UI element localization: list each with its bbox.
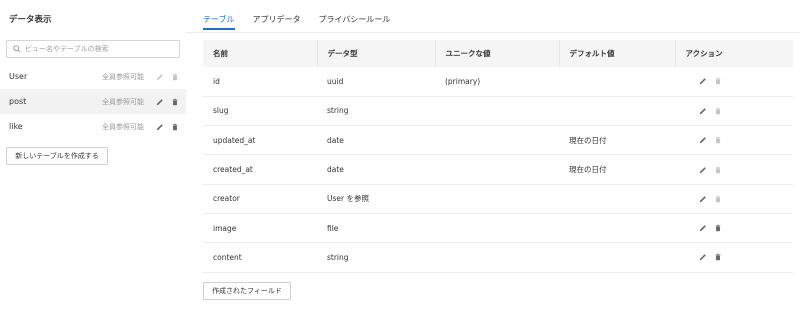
model-visibility-note: 全員参照可能 xyxy=(102,97,144,106)
field-actions-cell xyxy=(675,242,793,273)
model-name: post xyxy=(9,97,27,106)
model-list: User 全員参照可能 post 全員参照可能 like 全員参照可能 xyxy=(0,64,186,139)
tab-app-data[interactable]: アプリデータ xyxy=(253,0,301,32)
model-item-post[interactable]: post 全員参照可能 xyxy=(0,89,186,114)
pencil-icon[interactable] xyxy=(698,194,708,204)
field-default-cell xyxy=(559,96,675,127)
field-actions xyxy=(685,165,793,175)
field-unique-cell xyxy=(435,96,559,127)
field-type-cell: uuid xyxy=(317,67,435,97)
field-actions-cell xyxy=(675,96,793,127)
pencil-icon[interactable] xyxy=(698,252,708,262)
table-row: created_at date 現在の日付 xyxy=(203,154,793,185)
field-actions-cell xyxy=(675,184,793,214)
field-default-cell xyxy=(559,184,675,214)
field-actions xyxy=(685,194,793,204)
tab-table[interactable]: テーブル xyxy=(203,0,235,32)
table-row: slug string xyxy=(203,96,793,127)
pencil-icon[interactable] xyxy=(698,135,708,145)
field-default-cell xyxy=(559,67,675,97)
trash-icon[interactable] xyxy=(713,252,723,262)
field-type-cell: string xyxy=(317,96,435,127)
sidebar: データ表示 User 全員参照可能 post 全員参照可能 like 全員参照可… xyxy=(0,0,186,326)
field-type-cell: string xyxy=(317,242,435,273)
column-header-type: データ型 xyxy=(317,40,436,67)
table-row: creator User を参照 xyxy=(203,184,793,214)
field-name-cell: image xyxy=(203,213,317,244)
tab-bar: テーブル アプリデータ プライバシールール xyxy=(203,0,408,32)
pencil-icon[interactable] xyxy=(155,72,165,82)
field-default-cell: 現在の日付 xyxy=(559,125,675,156)
field-actions-cell xyxy=(675,67,793,97)
search-input[interactable] xyxy=(25,45,175,53)
sidebar-title: データ表示 xyxy=(9,15,52,25)
field-type-cell: User を参照 xyxy=(317,184,435,214)
trash-icon[interactable] xyxy=(713,76,723,86)
pencil-icon[interactable] xyxy=(698,165,708,175)
fields-table: 名前 データ型 ユニークな値 デフォルト値 アクション id uuid (prima… xyxy=(203,40,793,273)
model-visibility-note: 全員参照可能 xyxy=(102,122,144,131)
field-type-cell: date xyxy=(317,125,435,156)
field-actions-cell xyxy=(675,125,793,156)
field-name-cell: content xyxy=(203,242,317,273)
model-item-user[interactable]: User 全員参照可能 xyxy=(0,64,186,89)
search-icon xyxy=(13,45,21,53)
field-name-cell: created_at xyxy=(203,154,317,185)
field-default-cell xyxy=(559,242,675,273)
table-row: content string xyxy=(203,242,793,273)
table-row: id uuid (primary) xyxy=(203,67,793,97)
field-actions xyxy=(685,135,793,145)
pencil-icon[interactable] xyxy=(698,76,708,86)
pencil-icon[interactable] xyxy=(698,223,708,233)
pencil-icon[interactable] xyxy=(155,122,165,132)
trash-icon[interactable] xyxy=(713,106,723,116)
field-default-cell: 現在の日付 xyxy=(559,154,675,185)
column-header-action: アクション xyxy=(685,49,723,58)
field-actions-cell xyxy=(675,213,793,244)
field-unique-cell xyxy=(435,125,559,156)
trash-icon[interactable] xyxy=(170,122,180,132)
trash-icon[interactable] xyxy=(713,223,723,233)
field-actions xyxy=(685,106,793,116)
trash-icon[interactable] xyxy=(713,194,723,204)
new-table-button[interactable]: 新しいテーブルを作成する xyxy=(6,147,108,165)
search-box[interactable] xyxy=(6,40,180,58)
fields-table-container: 名前 データ型 ユニークな値 デフォルト値 アクション id uuid (prima… xyxy=(203,40,793,273)
column-header-name: 名前 xyxy=(203,40,318,67)
trash-icon[interactable] xyxy=(170,72,180,82)
tab-privacy-rules[interactable]: プライバシールール xyxy=(319,0,391,32)
field-name-cell: id xyxy=(203,67,317,97)
model-visibility-note: 全員参照可能 xyxy=(102,72,144,81)
field-actions xyxy=(685,252,793,262)
model-name: User xyxy=(9,72,28,81)
column-header-unique: ユニークな値 xyxy=(435,40,560,67)
pencil-icon[interactable] xyxy=(698,106,708,116)
table-row: image file xyxy=(203,213,793,244)
trash-icon[interactable] xyxy=(713,165,723,175)
field-actions xyxy=(685,76,793,86)
table-row: updated_at date 現在の日付 xyxy=(203,125,793,156)
table-header-row: 名前 データ型 ユニークな値 デフォルト値 アクション xyxy=(203,40,793,67)
field-unique-cell xyxy=(435,154,559,185)
field-type-cell: date xyxy=(317,154,435,185)
field-unique-cell xyxy=(435,184,559,214)
field-unique-cell xyxy=(435,213,559,244)
field-unique-cell xyxy=(435,242,559,273)
model-item-like[interactable]: like 全員参照可能 xyxy=(0,114,186,139)
pencil-icon[interactable] xyxy=(155,97,165,107)
trash-icon[interactable] xyxy=(713,135,723,145)
model-name: like xyxy=(9,122,23,131)
tab-divider xyxy=(186,32,800,33)
field-default-cell xyxy=(559,213,675,244)
column-header-default: デフォルト値 xyxy=(559,40,676,67)
field-type-cell: file xyxy=(317,213,435,244)
field-name-cell: updated_at xyxy=(203,125,317,156)
field-actions-cell xyxy=(675,154,793,185)
field-name-cell: creator xyxy=(203,184,317,214)
field-actions xyxy=(685,223,793,233)
field-name-cell: slug xyxy=(203,96,317,127)
field-unique-cell: (primary) xyxy=(435,67,559,97)
trash-icon[interactable] xyxy=(170,97,180,107)
created-fields-button[interactable]: 作成されたフィールド xyxy=(203,282,291,300)
